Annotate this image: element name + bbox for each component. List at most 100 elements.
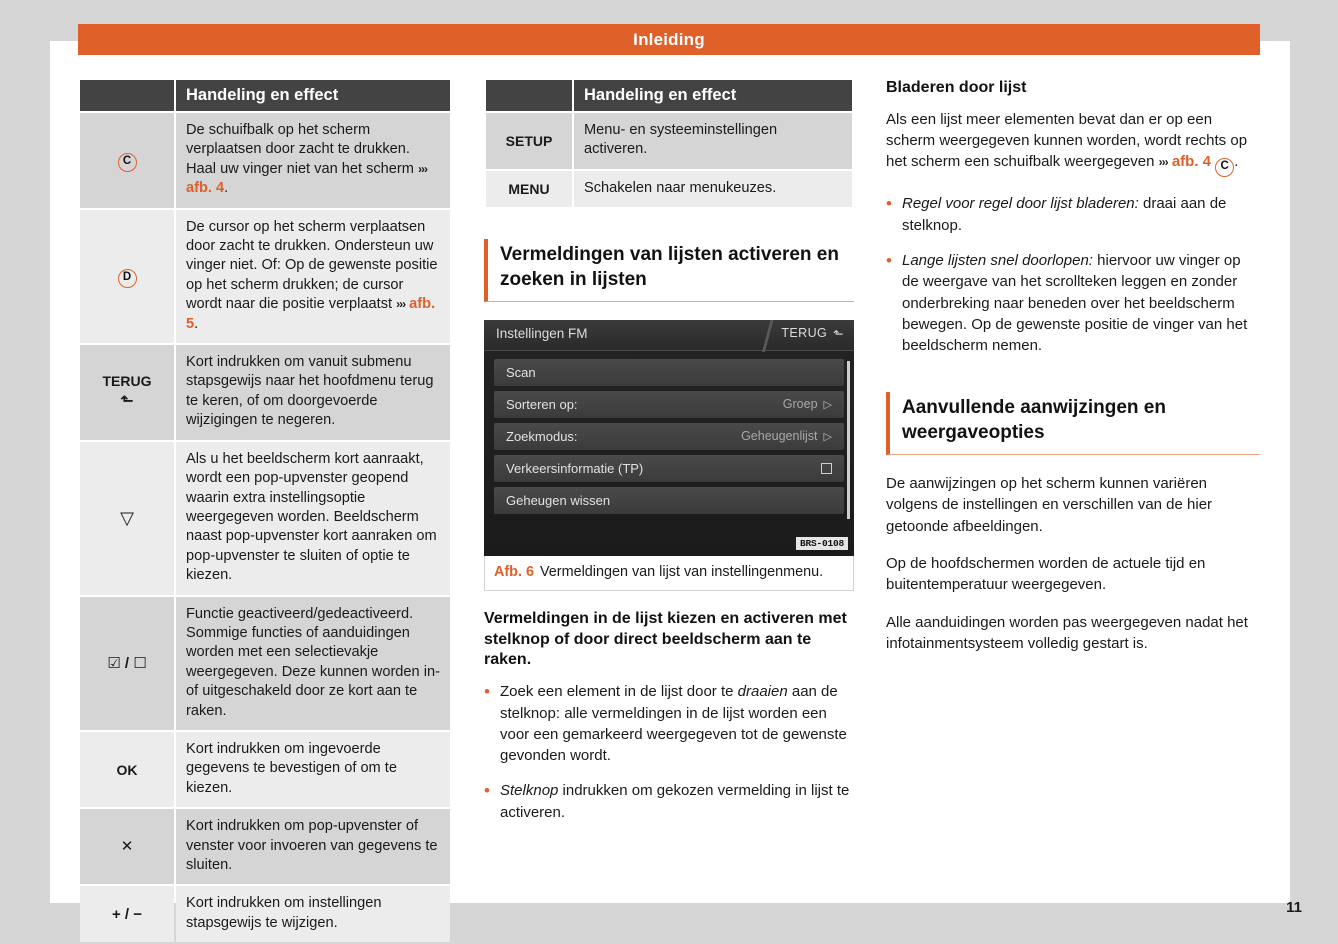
list-item: Regel voor regel door lijst bladeren: dr… <box>886 192 1260 236</box>
table-header-key <box>486 80 572 111</box>
triangle-right-icon: ▷ <box>823 398 832 411</box>
screen-back-button[interactable]: TERUG ⬑ <box>781 326 844 341</box>
bullet-italic: Lange lijsten snel doorlopen: <box>902 251 1093 269</box>
screen-list-item[interactable]: Geheugen wissen <box>494 486 844 514</box>
screen-titlebar: Instellingen FM TERUG ⬑ <box>484 319 854 352</box>
screen-list-item[interactable]: Zoekmodus: Geheugenlijst ▷ <box>494 422 844 450</box>
key-setup: SETUP <box>486 113 572 169</box>
list-item: Zoek een element in de lijst door te dra… <box>484 680 854 766</box>
bullet-pre: Zoek een element in de lijst door te <box>500 683 738 701</box>
figure-caption-label: Afb. 6 <box>494 563 534 580</box>
screen-list: Scan Sorteren op: Groep ▷ Zoekmodus: Geh… <box>484 351 854 519</box>
triangle-right-icon: ▷ <box>823 430 832 443</box>
column-left: Handeling en effect C De schuifbalk op h… <box>78 78 452 944</box>
table-header-row: Handeling en effect <box>486 80 852 111</box>
table-row: ▽ Als u het beeldscherm kort aanraakt, w… <box>80 441 450 595</box>
screen-list-item[interactable]: Verkeersinformatie (TP) <box>494 454 844 482</box>
screen-scrollbar[interactable] <box>847 360 850 519</box>
section-heading-extra: Aanvullende aanwijzingen en weergaveopti… <box>886 392 1260 456</box>
plus-minus-icon: + / − <box>111 905 143 923</box>
chevrons-icon: ››› <box>418 161 428 176</box>
table-header-row: Handeling en effect <box>80 80 450 111</box>
middle-bullet-list: Zoek een element in de lijst door te dra… <box>484 680 854 823</box>
chevrons-icon: ››› <box>1158 155 1169 170</box>
table-cell-value: De schuifbalk op het scherm verplaatsen … <box>176 113 450 208</box>
screen-back-label: TERUG <box>781 326 828 341</box>
screen-title: Instellingen FM <box>496 325 588 341</box>
figure-caption: Afb. 6 Vermeldingen van lijst van instell… <box>484 555 854 591</box>
circled-d-icon: D <box>117 269 137 289</box>
list-item-value: Geheugenlijst <box>741 429 818 444</box>
key-triangle-down: ▽ <box>80 441 174 595</box>
circled-c-icon: C <box>117 153 137 173</box>
page-number: 11 <box>1286 899 1302 916</box>
table-cell-value: Schakelen naar menukeuzes. <box>574 170 852 208</box>
page-title: Inleiding <box>633 29 705 49</box>
back-arrow-icon: ⬑ <box>833 326 844 341</box>
table-cell-value: De cursor op het scherm verplaatsen door… <box>176 209 450 344</box>
actions-table-2: Handeling en effect SETUP Menu- en syste… <box>484 78 854 209</box>
figure-caption-text: Vermeldingen van lijst van instellingenm… <box>539 563 824 580</box>
cell-text: De schuifbalk op het scherm verplaatsen … <box>186 122 418 177</box>
right-bullet-list: Regel voor regel door lijst bladeren: dr… <box>886 192 1260 356</box>
figure-block: Instellingen FM TERUG ⬑ Scan Sorteren op… <box>484 319 854 591</box>
para-text-post: . <box>1234 153 1239 171</box>
page-header-bar: Inleiding <box>78 24 1260 55</box>
section-title: Aanvullende aanwijzingen en weergaveopti… <box>902 397 1166 443</box>
triangle-down-icon: ▽ <box>120 508 134 529</box>
image-code-watermark: BRS-0108 <box>795 536 848 550</box>
key-circled-d: D <box>80 209 174 344</box>
list-item-label: Scan <box>506 364 536 380</box>
bullet-italic-lead: Stelknop <box>500 782 559 800</box>
bullet-italic: draaien <box>737 683 788 701</box>
checkbox-pair-icon: ☑ / ☐ <box>107 654 147 672</box>
right-paragraph-4: Alle aanduidingen worden pas weergegeven… <box>886 613 1248 652</box>
section-heading-lists: Vermeldingen van lijsten activeren en zo… <box>484 239 854 302</box>
key-checkbox-pair: ☑ / ☐ <box>80 596 174 730</box>
table-row: OK Kort indrukken om ingevoerde gegevens… <box>80 731 450 808</box>
table-cell-value: Menu- en systeeminstellingen activeren. <box>574 113 852 169</box>
list-item: Stelknop indrukken om gekozen vermelding… <box>484 779 854 823</box>
key-terug: TERUG ⬑ <box>80 345 174 440</box>
list-item-value: Groep <box>782 397 818 412</box>
checkbox-icon[interactable] <box>821 462 832 474</box>
table-header-key <box>80 80 174 111</box>
list-item-label: Zoekmodus: <box>506 428 578 444</box>
right-paragraph-2: De aanwijzingen op het scherm kunnen var… <box>886 475 1213 535</box>
screen-list-item[interactable]: Sorteren op: Groep ▷ <box>494 390 844 418</box>
close-icon: ✕ <box>120 838 134 856</box>
screen-list-item[interactable]: Scan <box>494 358 844 386</box>
chevrons-icon: ››› <box>396 297 406 312</box>
key-menu: MENU <box>486 170 572 208</box>
table-row: + / − Kort indrukken om instellingen sta… <box>80 886 450 943</box>
table-row: D De cursor op het scherm verplaatsen do… <box>80 209 450 344</box>
key-circled-c: C <box>80 113 174 208</box>
bullet-italic: Regel voor regel door lijst bladeren: <box>902 195 1139 213</box>
list-item-label: Verkeersinformatie (TP) <box>506 460 644 476</box>
back-arrow-icon: ⬑ <box>120 393 134 411</box>
table-row: C De schuifbalk op het scherm verplaatse… <box>80 113 450 208</box>
cell-text-post: . <box>194 315 199 332</box>
list-item-label: Sorteren op: <box>506 396 578 412</box>
table-row: TERUG ⬑ Kort indrukken om vanuit submenu… <box>80 345 450 440</box>
figure-reference: afb. 4 <box>186 180 225 197</box>
middle-subheading: Vermeldingen in de lijst kiezen en activ… <box>484 609 847 669</box>
key-close: ✕ <box>80 809 174 885</box>
key-plus-minus: + / − <box>80 886 174 943</box>
table-cell-value: Kort indrukken om pop-upvenster of venst… <box>176 809 450 885</box>
terug-label: TERUG <box>102 372 152 389</box>
key-ok: OK <box>80 731 174 808</box>
table-header-value: Handeling en effect <box>574 80 852 111</box>
table-cell-value: Als u het beeldscherm kort aanraakt, wor… <box>176 441 450 595</box>
list-item: Lange lijsten snel doorlopen: hiervoor u… <box>886 249 1260 356</box>
cell-text-post: . <box>224 180 229 197</box>
infotainment-screen: Instellingen FM TERUG ⬑ Scan Sorteren op… <box>484 319 854 556</box>
table-row: SETUP Menu- en systeeminstellingen activ… <box>486 113 852 169</box>
table-cell-value: Kort indrukken om vanuit submenu stapsge… <box>176 345 450 440</box>
table-row: ✕ Kort indrukken om pop-upvenster of ven… <box>80 809 450 885</box>
table-row: MENU Schakelen naar menukeuzes. <box>486 170 852 208</box>
figure-reference: afb. 4 <box>1171 153 1212 171</box>
table-row: ☑ / ☐ Functie geactiveerd/gedeactiveerd.… <box>80 596 450 730</box>
table-cell-value: Kort indrukken om instellingen stapsgewi… <box>176 886 450 943</box>
right-heading-bladeren: Bladeren door lijst <box>886 79 1027 96</box>
